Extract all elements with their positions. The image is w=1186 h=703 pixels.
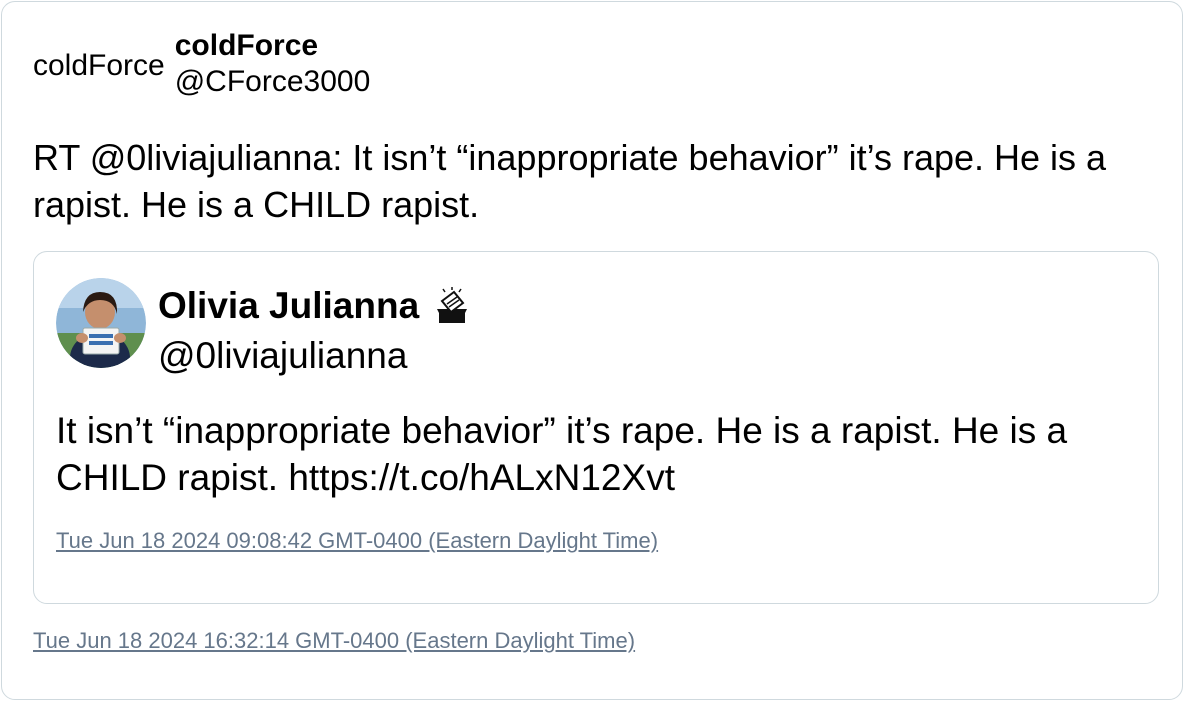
tweet-text: RT @0liviajulianna: It isn’t “inappropri…: [33, 137, 1107, 225]
avatar[interactable]: coldForce: [33, 51, 165, 81]
tweet-card: coldForce coldForce @CForce3000 RT @0liv…: [1, 1, 1183, 700]
quoted-tweet-timestamp-link[interactable]: Tue Jun 18 2024 09:08:42 GMT-0400 (Easte…: [56, 528, 658, 554]
author-name-block: coldForce @CForce3000: [175, 28, 371, 100]
quoted-tweet[interactable]: Olivia Julianna @0liviajulianna It isn’t…: [33, 251, 1159, 604]
tweet-author[interactable]: coldForce coldForce @CForce3000: [33, 28, 370, 100]
quoted-author: Olivia Julianna @0liviajulianna: [158, 283, 471, 379]
ballot-box-icon: [433, 287, 471, 325]
avatar-photo: [56, 278, 146, 368]
quoted-author-handle[interactable]: @0liviajulianna: [158, 333, 471, 379]
quoted-author-name-line: Olivia Julianna: [158, 283, 471, 329]
author-handle[interactable]: @CForce3000: [175, 64, 371, 100]
quoted-tweet-text: It isn’t “inappropriate behavior” it’s r…: [56, 410, 1068, 498]
quoted-author-display-name[interactable]: Olivia Julianna: [158, 283, 419, 329]
tweet-timestamp-link[interactable]: Tue Jun 18 2024 16:32:14 GMT-0400 (Easte…: [33, 628, 635, 654]
author-display-name[interactable]: coldForce: [175, 28, 371, 64]
quoted-author-avatar[interactable]: [56, 278, 146, 368]
